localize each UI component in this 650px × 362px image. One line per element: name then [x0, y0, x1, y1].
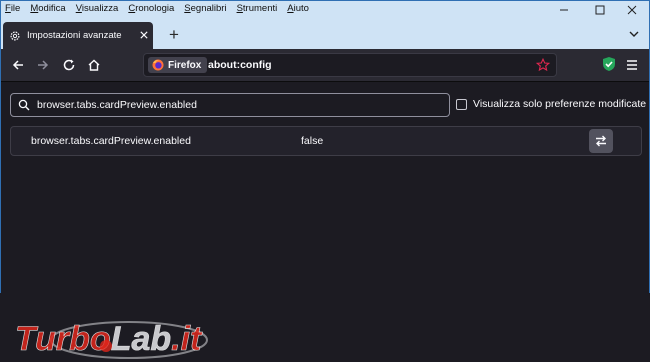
pref-value: false — [301, 135, 324, 147]
reload-button[interactable] — [59, 55, 79, 75]
menu-items: File Modifica Visualizza Cronologia Segn… — [5, 3, 309, 14]
back-button[interactable] — [8, 55, 28, 75]
firefox-logo-icon — [152, 59, 164, 71]
gear-icon — [10, 31, 20, 40]
search-icon — [18, 99, 30, 111]
forward-button[interactable] — [33, 55, 53, 75]
tab-impostazioni-avanzate[interactable]: Impostazioni avanzate — [3, 22, 153, 49]
url-bar[interactable]: Firefox about:config — [143, 53, 557, 77]
svg-text:TurboLab.it: TurboLab.it — [15, 320, 203, 358]
minimize-button[interactable] — [547, 1, 581, 19]
close-icon — [627, 5, 637, 15]
tabs-list-icon[interactable] — [627, 27, 641, 41]
back-icon — [12, 60, 23, 70]
close-icon — [140, 30, 148, 39]
toggle-button[interactable] — [589, 129, 613, 153]
browser-window: File Modifica Visualizza Cronologia Segn… — [0, 0, 650, 359]
menu-cronologia[interactable]: Cronologia — [128, 3, 174, 14]
modified-checkbox[interactable] — [456, 98, 467, 110]
menu-file[interactable]: File — [5, 3, 20, 14]
maximize-button[interactable] — [583, 1, 617, 19]
identity-box[interactable]: Firefox — [148, 57, 208, 73]
menu-strumenti[interactable]: Strumenti — [237, 3, 278, 14]
menu-bar: File Modifica Visualizza Cronologia Segn… — [1, 1, 649, 19]
minimize-icon — [560, 9, 568, 11]
menu-icon[interactable] — [625, 58, 639, 72]
modified-filter-label: Visualizza solo preferenze modificate — [473, 98, 647, 110]
menu-visualizza[interactable]: Visualizza — [76, 3, 119, 14]
pref-row[interactable]: browser.tabs.cardPreview.enabled false — [10, 126, 642, 156]
star-icon[interactable] — [536, 58, 550, 72]
tab-strip: Impostazioni avanzate + — [1, 19, 649, 49]
shield-extension-icon[interactable] — [601, 56, 617, 72]
home-button[interactable] — [84, 55, 104, 75]
turbolab-watermark-logo: TurboLab.it — [15, 320, 208, 359]
menu-aiuto[interactable]: Aiuto — [287, 3, 309, 14]
pref-search-box[interactable] — [10, 93, 450, 117]
forward-icon — [38, 60, 49, 70]
menu-segnalibri[interactable]: Segnalibri — [184, 3, 226, 14]
toggle-icon — [596, 135, 606, 147]
close-window-button[interactable] — [615, 1, 649, 19]
nav-toolbar: Firefox about:config — [1, 49, 649, 82]
maximize-icon — [595, 5, 605, 15]
tab-title: Impostazioni avanzate — [27, 30, 122, 41]
new-tab-button[interactable]: + — [164, 25, 184, 45]
url-text[interactable]: about:config — [208, 59, 272, 71]
tab-close-button[interactable] — [135, 30, 153, 42]
plus-icon: + — [169, 25, 179, 44]
modified-filter[interactable]: Visualizza solo preferenze modificate — [456, 98, 646, 110]
menu-modifica[interactable]: Modifica — [30, 3, 65, 14]
search-input[interactable] — [37, 97, 442, 113]
home-icon — [88, 59, 100, 71]
pref-name: browser.tabs.cardPreview.enabled — [31, 135, 191, 147]
identity-label: Firefox — [168, 59, 202, 71]
about-config-page: Visualizza solo preferenze modificate br… — [1, 82, 649, 359]
reload-icon — [63, 59, 75, 71]
